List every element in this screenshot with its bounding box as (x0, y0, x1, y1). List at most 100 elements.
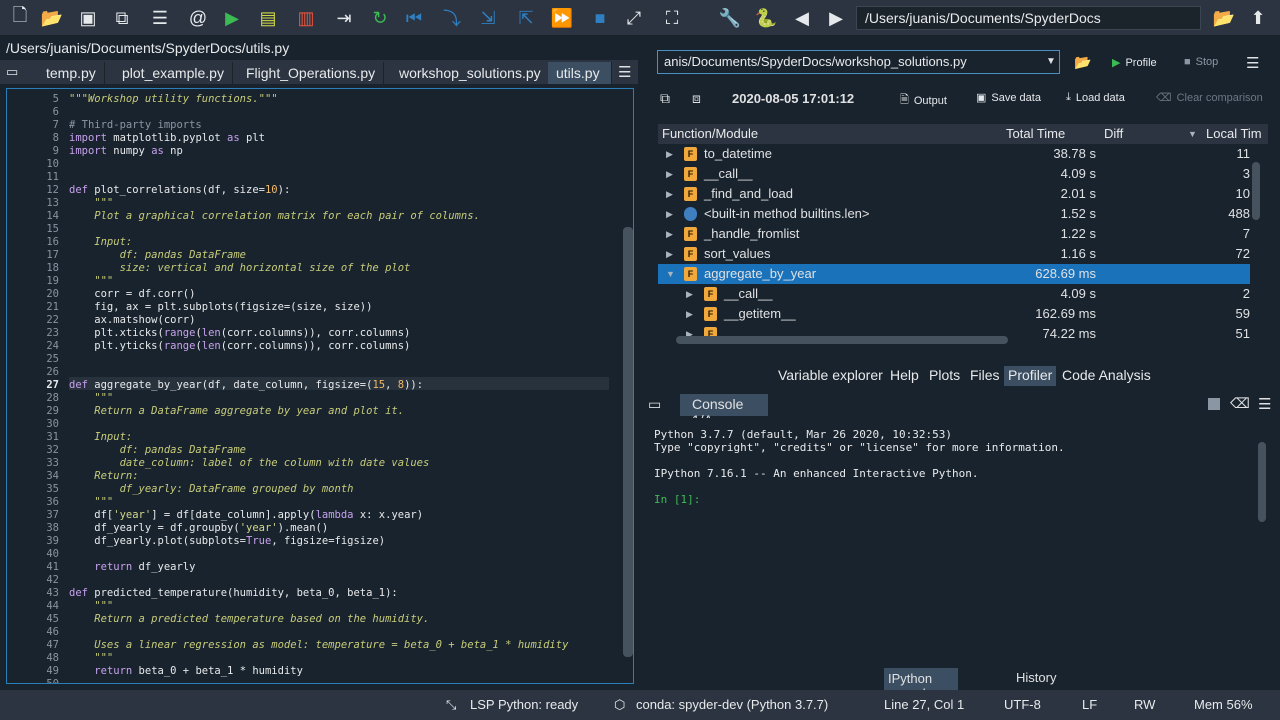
open-folder-icon[interactable]: 📂 (40, 6, 64, 30)
continue-icon[interactable]: ⏩ (550, 6, 574, 30)
step-return-icon[interactable]: ⇱ (514, 6, 538, 30)
lsp-status[interactable]: LSP Python: ready (470, 697, 578, 712)
browse-tabs-icon[interactable]: ▭ (648, 396, 661, 413)
tab-variable-explorer[interactable]: Variable explorer (774, 366, 887, 386)
profiler-row[interactable]: ▼ Faggregate_by_year 628.69 ms (658, 264, 1250, 284)
profile-button[interactable]: ▶ Profile (1112, 56, 1157, 70)
line-number: 38 (46, 522, 59, 534)
expand-icon[interactable]: ⧈ (692, 90, 701, 107)
console-prompt[interactable]: In [1]: (654, 493, 700, 506)
tab-utils[interactable]: utils.py (548, 62, 612, 84)
tab-code-analysis[interactable]: Code Analysis (1058, 366, 1155, 386)
forward-icon[interactable]: ▶ (824, 6, 848, 30)
tab-workshop-solutions[interactable]: workshop_solutions.py (391, 62, 550, 84)
editor-options-icon[interactable]: ☰ (618, 63, 631, 81)
tab-help[interactable]: Help (886, 366, 923, 386)
code-editor[interactable]: 5 """Workshop utility functions.""" 6 7 # Th… (6, 88, 634, 684)
tab-flight-operations[interactable]: Flight_Operations.py (238, 62, 385, 84)
col-diff[interactable]: Diff (1104, 126, 1123, 141)
save-icon[interactable]: ▣ (76, 6, 100, 30)
conda-env[interactable]: conda: spyder-dev (Python 3.7.7) (636, 697, 828, 712)
collapsed-icon[interactable]: ▶ (686, 309, 693, 320)
at-icon[interactable]: @ (186, 6, 210, 30)
run-icon[interactable]: ▶ (220, 6, 244, 30)
browse-tabs-icon[interactable]: ▭ (6, 64, 18, 80)
tab-plots[interactable]: Plots (925, 366, 964, 386)
run-cell-icon[interactable]: ▤ (256, 6, 280, 30)
python-icon[interactable]: 🐍 (754, 6, 778, 30)
collapsed-icon[interactable]: ▶ (666, 169, 673, 180)
total-time: 1.22 s (1060, 226, 1096, 241)
collapsed-icon[interactable]: ▶ (666, 209, 673, 220)
col-local-time[interactable]: Local Tim (1206, 126, 1266, 141)
stop-debug-icon[interactable]: ■ (588, 6, 612, 30)
collapsed-icon[interactable]: ▶ (686, 289, 693, 300)
ipython-console[interactable]: Python 3.7.7 (default, Mar 26 2020, 10:3… (646, 418, 1274, 660)
step-into-icon[interactable]: ⇲ (476, 6, 500, 30)
run-selection-icon[interactable]: ⇥ (332, 6, 356, 30)
profiler-row[interactable]: ▶ F __call__ 4.09 s 3 (658, 164, 1250, 184)
collapse-icon[interactable]: ⧉ (660, 90, 670, 107)
profiler-row[interactable]: ▶ F __getitem__ 162.69 ms 59 (658, 304, 1250, 324)
code-line: import matplotlib.pyplot as plt (69, 132, 265, 144)
rerun-icon[interactable]: ↻ (368, 6, 392, 30)
line-number: 45 (46, 613, 59, 625)
fullscreen-icon[interactable]: ⛶ (660, 6, 684, 30)
tab-plot-example[interactable]: plot_example.py (114, 62, 233, 84)
profiler-v-scrollbar[interactable] (1252, 162, 1260, 220)
col-function[interactable]: Function/Module (662, 126, 758, 141)
console-tab[interactable]: Console 1/A (680, 394, 768, 428)
function-name: sort_values (704, 246, 771, 261)
interrupt-icon[interactable] (1208, 398, 1220, 410)
profiler-row[interactable]: ▶ <built-in method builtins.len> 1.52 s 488 (658, 204, 1250, 224)
parent-dir-icon[interactable]: ⬆ (1246, 6, 1270, 30)
wrench-icon[interactable]: 🔧 (718, 6, 742, 30)
stop-button[interactable]: ■ Stop (1184, 56, 1218, 68)
tab-history[interactable]: History (1016, 670, 1056, 685)
profiler-row[interactable]: ▶ F _handle_fromlist 1.22 s 7 (658, 224, 1250, 244)
tab-profiler[interactable]: Profiler (1004, 366, 1057, 386)
line-number: 47 (46, 639, 59, 651)
collapsed-icon[interactable]: ▶ (666, 149, 673, 160)
browse-folder-icon[interactable]: 📂 (1212, 6, 1236, 30)
new-file-icon[interactable]: 🗋 (8, 5, 32, 30)
console-options-icon[interactable]: ☰ (1258, 395, 1271, 413)
profiler-row[interactable]: ▶ Fto_datetime 38.78 s 11 (658, 144, 1250, 164)
collapsed-icon[interactable]: ▶ (666, 249, 673, 260)
save-all-icon[interactable]: ⧉ (110, 6, 134, 30)
profiler-browse-icon[interactable]: 📂 (1074, 54, 1091, 71)
save-data-button[interactable]: ▣ Save data (976, 91, 1041, 105)
profiler-row[interactable]: ▶ Fsort_values 1.16 s 72 (658, 244, 1250, 264)
collapsed-icon[interactable]: ▶ (666, 229, 673, 240)
expanded-icon[interactable]: ▼ (666, 269, 675, 279)
editor-scrollbar[interactable] (623, 227, 633, 657)
memory-usage: Mem 56% (1194, 697, 1253, 712)
maximize-icon[interactable]: ⤢ (622, 6, 646, 30)
load-data-button[interactable]: ⤓ Load data (1066, 91, 1125, 104)
profiler-file-input[interactable]: anis/Documents/SpyderDocs/workshop_solut… (657, 50, 1060, 74)
console-scrollbar[interactable] (1258, 442, 1266, 522)
debug-icon[interactable]: ⏮ (402, 6, 426, 30)
eraser-icon: ⌫ (1156, 92, 1172, 104)
back-icon[interactable]: ◀ (790, 6, 814, 30)
output-button[interactable]: 🗎 Output (900, 91, 947, 110)
profiler-h-scrollbar[interactable] (676, 336, 1008, 344)
tab-ipython-console[interactable]: IPython console (884, 668, 958, 701)
working-directory-input[interactable]: /Users/juanis/Documents/SpyderDocs (856, 6, 1201, 30)
col-total-time[interactable]: Total Time (1006, 126, 1065, 141)
step-icon[interactable]: ⤵ (440, 6, 464, 30)
function-icon: F (684, 187, 697, 201)
tab-files[interactable]: Files (966, 366, 1004, 386)
clear-comparison-button[interactable]: ⌫ Clear comparison (1156, 91, 1263, 105)
profiler-options-icon[interactable]: ☰ (1246, 54, 1259, 72)
function-icon: F (704, 307, 717, 321)
tab-temp[interactable]: temp.py (38, 62, 105, 84)
list-icon[interactable]: ☰ (148, 6, 172, 30)
dropdown-chevron-icon[interactable]: ▼ (1046, 56, 1056, 67)
collapsed-icon[interactable]: ▶ (666, 189, 673, 200)
run-cell-advance-icon[interactable]: ▥ (294, 6, 318, 30)
profiler-row[interactable]: ▶ F _find_and_load 2.01 s 10 (658, 184, 1250, 204)
profiler-row[interactable]: ▶ F __call__ 4.09 s 2 (658, 284, 1250, 304)
line-number: 20 (46, 288, 59, 300)
clear-console-icon[interactable]: ⌫ (1230, 395, 1250, 412)
